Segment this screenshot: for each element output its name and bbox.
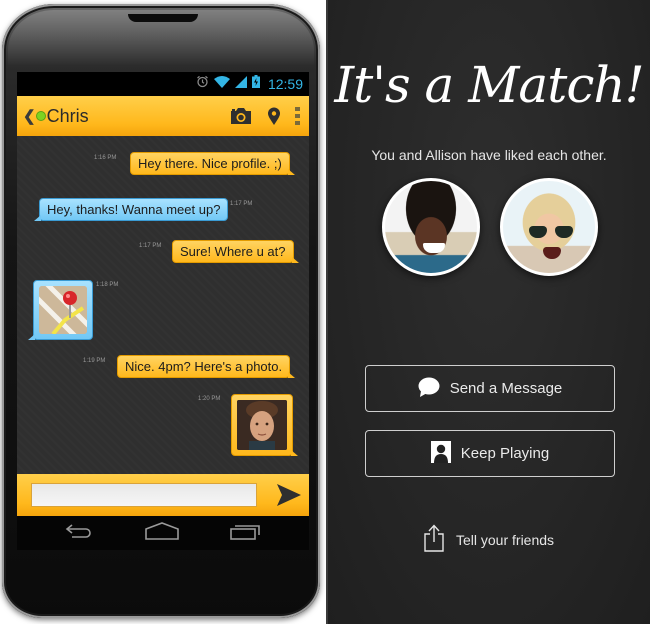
send-icon[interactable] — [277, 484, 301, 506]
back-icon[interactable] — [64, 523, 94, 544]
home-icon[interactable] — [145, 521, 179, 545]
message-timestamp: 1:18 PM — [96, 282, 119, 288]
message-composer — [17, 474, 309, 516]
keep-playing-button[interactable]: Keep Playing — [365, 430, 615, 477]
map-thumbnail — [39, 286, 87, 334]
match-title: It's a Match! — [334, 56, 644, 114]
chevron-left-icon[interactable]: ❮ — [23, 107, 36, 125]
battery-charging-icon — [251, 75, 260, 93]
status-time: 12:59 — [267, 76, 303, 92]
keep-playing-label: Keep Playing — [460, 445, 550, 462]
location-pin-icon[interactable] — [267, 107, 281, 125]
overflow-menu-icon[interactable] — [295, 107, 301, 125]
location-bubble[interactable] — [28, 280, 93, 340]
send-message-button[interactable]: Send a Message — [365, 365, 615, 412]
alarm-icon — [196, 75, 209, 93]
message-timestamp: 1:16 PM — [94, 155, 117, 161]
avatar-smile — [423, 243, 445, 253]
send-message-label: Send a Message — [449, 380, 563, 397]
avatar-self — [382, 178, 480, 276]
share-icon — [424, 524, 444, 555]
message-bubble[interactable]: Hey, thanks! Wanna meet up? — [33, 198, 229, 221]
message-bubble[interactable]: Hey there. Nice profile. ;) — [130, 152, 295, 175]
wifi-icon — [213, 75, 230, 93]
message-input[interactable] — [31, 483, 257, 507]
phone-earpiece — [128, 14, 198, 22]
message-timestamp: 1:17 PM — [230, 201, 253, 207]
system-nav-bar — [17, 516, 309, 550]
match-screen: It's a Match! You and Allison have liked… — [326, 0, 650, 624]
photo-thumbnail — [237, 400, 287, 450]
signal-icon — [234, 75, 247, 93]
avatar-sunglasses — [529, 226, 573, 238]
message-timestamp: 1:20 PM — [198, 396, 221, 402]
message-bubble[interactable]: Sure! Where u at? — [172, 240, 298, 263]
recent-apps-icon[interactable] — [229, 522, 262, 545]
message-timestamp: 1:17 PM — [139, 243, 162, 249]
camera-icon[interactable] — [229, 107, 253, 125]
phone-screen: 12:59 ❮ Chris 1:16 PM Hey there. Nice pr… — [17, 72, 309, 550]
photo-bubble[interactable] — [231, 394, 298, 456]
chat-action-bar: ❮ Chris — [17, 96, 309, 136]
chat-thread[interactable]: 1:16 PM Hey there. Nice profile. ;) Hey,… — [17, 136, 309, 474]
status-bar: 12:59 — [17, 72, 309, 96]
online-status-dot — [36, 112, 45, 120]
message-bubble[interactable]: Nice. 4pm? Here's a photo. — [117, 355, 296, 378]
avatar-mouth — [543, 247, 561, 259]
message-timestamp: 1:19 PM — [83, 358, 106, 364]
phone-device: 12:59 ❮ Chris 1:16 PM Hey there. Nice pr… — [2, 4, 320, 618]
avatar-allison — [500, 178, 598, 276]
person-card-icon — [430, 440, 451, 467]
tell-friends-label: Tell your friends — [456, 531, 555, 548]
tell-friends-link[interactable]: Tell your friends — [424, 524, 554, 555]
contact-name[interactable]: Chris — [47, 106, 89, 127]
match-subtitle: You and Allison have liked each other. — [371, 147, 607, 163]
speech-bubble-icon — [418, 377, 440, 401]
